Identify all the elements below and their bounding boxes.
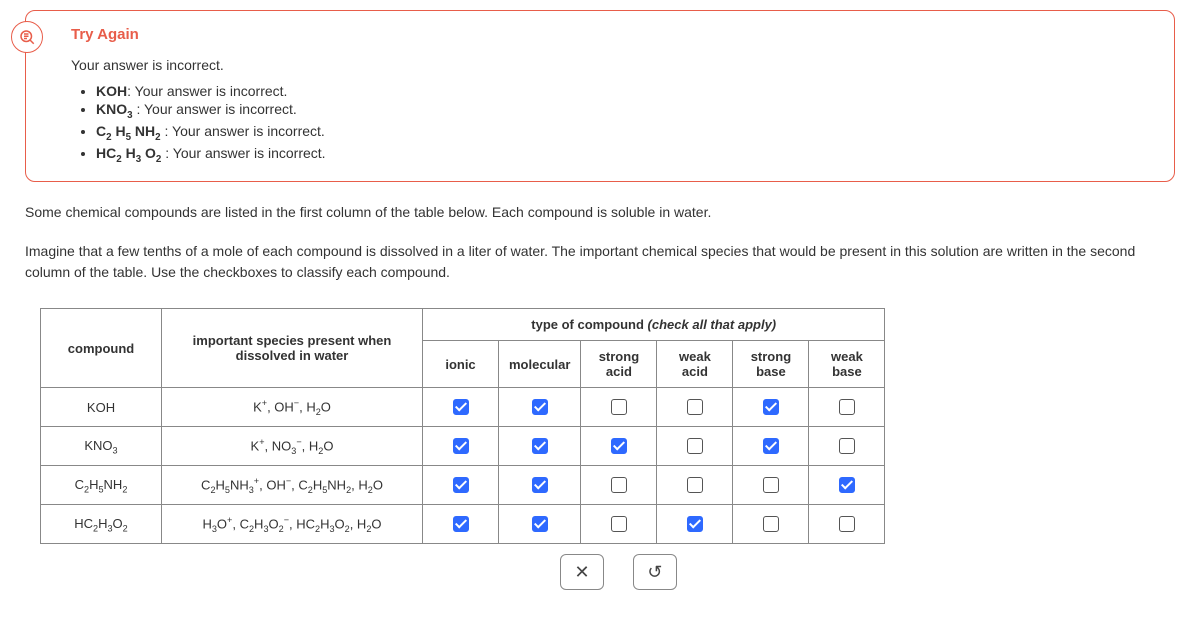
check-cell [809, 427, 885, 466]
classification-checkbox[interactable] [532, 438, 548, 454]
check-cell [733, 505, 809, 544]
classification-checkbox[interactable] [611, 438, 627, 454]
compound-cell: C2H5NH2 [41, 466, 162, 505]
classification-checkbox[interactable] [763, 477, 779, 493]
feedback-item: KOH: Your answer is incorrect. [96, 83, 1154, 99]
col-strong-acid: strongacid [581, 341, 657, 388]
classification-checkbox[interactable] [453, 516, 469, 532]
check-cell [657, 427, 733, 466]
feedback-item: HC2 H3 O2 : Your answer is incorrect. [96, 145, 1154, 165]
feedback-item: C2 H5 NH2 : Your answer is incorrect. [96, 123, 1154, 143]
classification-checkbox[interactable] [532, 399, 548, 415]
species-cell: K+, OH−, H2O [162, 388, 423, 427]
classification-checkbox[interactable] [687, 477, 703, 493]
feedback-title: Try Again [71, 26, 1154, 43]
col-ionic: ionic [423, 341, 499, 388]
classification-table: compound important species present when … [40, 308, 885, 544]
classification-checkbox[interactable] [687, 438, 703, 454]
classification-checkbox[interactable] [532, 477, 548, 493]
reset-icon: ↺ [647, 562, 662, 583]
feedback-box: Try Again Your answer is incorrect. KOH:… [25, 10, 1175, 182]
check-cell [423, 466, 499, 505]
feedback-item: KNO3 : Your answer is incorrect. [96, 101, 1154, 121]
classification-checkbox[interactable] [532, 516, 548, 532]
table-row: KNO3K+, NO3−, H2O [41, 427, 885, 466]
classification-checkbox[interactable] [453, 477, 469, 493]
close-icon: ✕ [574, 562, 589, 583]
check-cell [499, 388, 581, 427]
species-cell: K+, NO3−, H2O [162, 427, 423, 466]
check-cell [733, 466, 809, 505]
classification-checkbox[interactable] [839, 516, 855, 532]
classification-checkbox[interactable] [763, 438, 779, 454]
table-row: C2H5NH2C2H5NH3+, OH−, C2H5NH2, H2O [41, 466, 885, 505]
check-cell [581, 388, 657, 427]
check-cell [423, 427, 499, 466]
check-cell [499, 466, 581, 505]
check-cell [581, 427, 657, 466]
check-cell [657, 388, 733, 427]
classification-checkbox[interactable] [763, 516, 779, 532]
check-cell [657, 466, 733, 505]
check-cell [809, 466, 885, 505]
check-cell [809, 505, 885, 544]
compound-cell: HC2H3O2 [41, 505, 162, 544]
col-weak-base: weakbase [809, 341, 885, 388]
button-row: ✕ ↺ [560, 554, 1200, 590]
check-cell [423, 388, 499, 427]
classification-checkbox[interactable] [453, 438, 469, 454]
classification-checkbox[interactable] [687, 399, 703, 415]
check-cell [657, 505, 733, 544]
col-compound: compound [41, 309, 162, 388]
check-cell [733, 427, 809, 466]
check-cell [581, 505, 657, 544]
col-type-header: type of compound (check all that apply) [423, 309, 885, 341]
species-cell: H3O+, C2H3O2−, HC2H3O2, H2O [162, 505, 423, 544]
classification-checkbox[interactable] [611, 477, 627, 493]
classification-checkbox[interactable] [839, 399, 855, 415]
species-cell: C2H5NH3+, OH−, C2H5NH2, H2O [162, 466, 423, 505]
classification-checkbox[interactable] [687, 516, 703, 532]
reset-button[interactable]: ↺ [633, 554, 677, 590]
col-species: important species present when dissolved… [162, 309, 423, 388]
check-cell [733, 388, 809, 427]
col-molecular: molecular [499, 341, 581, 388]
clear-button[interactable]: ✕ [560, 554, 604, 590]
compound-cell: KOH [41, 388, 162, 427]
check-cell [499, 427, 581, 466]
table-row: KOHK+, OH−, H2O [41, 388, 885, 427]
col-weak-acid: weakacid [657, 341, 733, 388]
table-row: HC2H3O2H3O+, C2H3O2−, HC2H3O2, H2O [41, 505, 885, 544]
question-p1: Some chemical compounds are listed in th… [25, 202, 1175, 223]
classification-checkbox[interactable] [611, 516, 627, 532]
question-p2: Imagine that a few tenths of a mole of e… [25, 241, 1175, 283]
feedback-icon [11, 21, 43, 53]
check-cell [809, 388, 885, 427]
col-strong-base: strongbase [733, 341, 809, 388]
classification-checkbox[interactable] [453, 399, 469, 415]
col-type-label: type of compound [531, 317, 644, 332]
classification-checkbox[interactable] [763, 399, 779, 415]
feedback-list: KOH: Your answer is incorrect. KNO3 : You… [96, 83, 1154, 164]
check-cell [581, 466, 657, 505]
classification-checkbox[interactable] [611, 399, 627, 415]
compound-cell: KNO3 [41, 427, 162, 466]
classification-checkbox[interactable] [839, 477, 855, 493]
col-type-hint: (check all that apply) [644, 317, 776, 332]
feedback-summary: Your answer is incorrect. [71, 57, 1154, 73]
check-cell [423, 505, 499, 544]
check-cell [499, 505, 581, 544]
classification-checkbox[interactable] [839, 438, 855, 454]
